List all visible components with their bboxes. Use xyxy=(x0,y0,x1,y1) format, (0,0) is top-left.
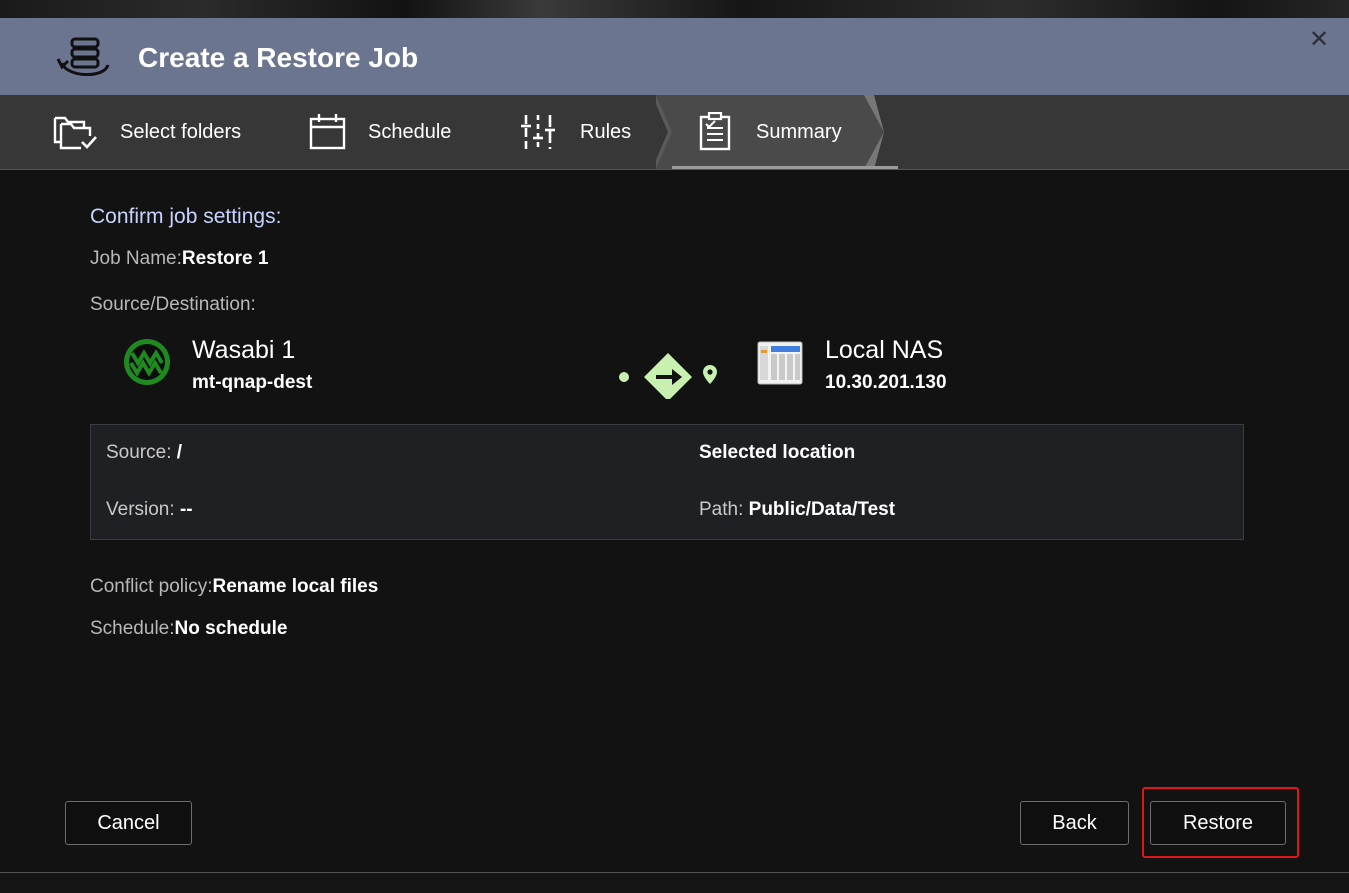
destination-name: Local NAS xyxy=(825,336,944,364)
job-name-row: Job Name:Restore 1 xyxy=(90,248,268,270)
step-label: Summary xyxy=(756,120,842,143)
schedule-value: No schedule xyxy=(174,618,288,639)
conflict-policy-row: Conflict policy:Rename local files xyxy=(90,576,378,598)
conflict-policy-label: Conflict policy: xyxy=(90,576,213,597)
sliders-icon xyxy=(521,115,555,149)
restore-job-icon xyxy=(56,37,110,77)
dialog-title: Create a Restore Job xyxy=(138,42,419,73)
step-select-folders[interactable]: Select folders xyxy=(52,95,241,169)
source-destination-details: Source: / Version: -- Selected location … xyxy=(90,424,1244,540)
folders-check-icon xyxy=(53,116,97,150)
schedule-label: Schedule: xyxy=(90,618,175,639)
nas-device-icon xyxy=(757,341,803,385)
version-row: Version: -- xyxy=(106,499,193,521)
destination-path-row: Path: Public/Data/Test xyxy=(699,499,895,521)
calendar-icon xyxy=(309,114,346,150)
job-name-value: Restore 1 xyxy=(181,248,269,269)
source-destination-label: Source/Destination: xyxy=(90,294,256,315)
destination-address: 10.30.201.130 xyxy=(825,372,947,393)
step-label: Rules xyxy=(580,120,632,143)
source-name: Wasabi 1 xyxy=(192,336,296,364)
dialog-titlebar: Create a Restore Job ✕ xyxy=(0,18,1349,95)
source-bucket: mt-qnap-dest xyxy=(192,372,313,393)
step-schedule[interactable]: Schedule xyxy=(308,95,451,169)
restore-job-dialog: Create a Restore Job ✕ Select folders Sc… xyxy=(0,18,1349,872)
destination-path-label: Path: xyxy=(699,499,744,520)
destination-path-value: Public/Data/Test xyxy=(748,499,896,520)
step-rules[interactable]: Rules xyxy=(520,95,631,169)
close-icon[interactable]: ✕ xyxy=(1306,27,1332,53)
selected-location-label: Selected location xyxy=(699,442,856,463)
wizard-steps: Select folders Schedule Rules Summary xyxy=(0,95,1349,170)
restore-highlight-box xyxy=(1142,787,1299,858)
desktop-taskbar-strip xyxy=(0,872,1349,893)
conflict-policy-value: Rename local files xyxy=(212,576,379,597)
step-summary[interactable]: Summary xyxy=(696,95,842,169)
step-label: Select folders xyxy=(120,120,242,143)
back-button[interactable]: Back xyxy=(1020,801,1129,845)
wasabi-logo-icon xyxy=(124,339,170,385)
version-label: Version: xyxy=(106,499,175,520)
source-path-label: Source: xyxy=(106,442,172,463)
schedule-row: Schedule:No schedule xyxy=(90,618,288,640)
confirm-heading: Confirm job settings: xyxy=(90,205,282,228)
step-label: Schedule xyxy=(368,120,452,143)
cancel-button[interactable]: Cancel xyxy=(65,801,192,845)
clipboard-icon xyxy=(699,112,731,151)
version-value: -- xyxy=(179,499,193,520)
selected-location-row: Selected location xyxy=(699,442,855,464)
transfer-direction-icon xyxy=(619,353,717,399)
source-path-row: Source: / xyxy=(106,442,182,464)
desktop-background-strip xyxy=(0,0,1349,18)
source-path-value: / xyxy=(176,442,183,463)
job-name-label: Job Name: xyxy=(90,248,182,269)
